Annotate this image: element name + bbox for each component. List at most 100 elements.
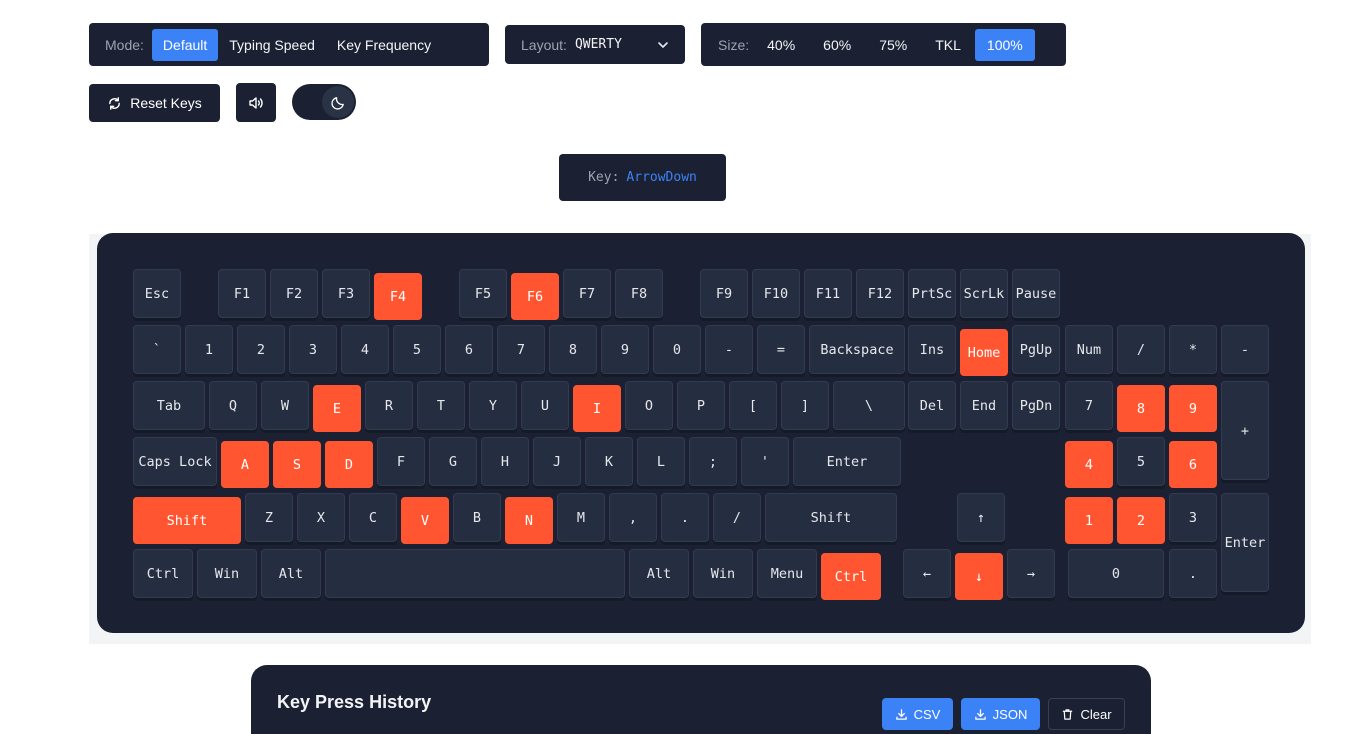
key-h[interactable]: H <box>481 437 529 486</box>
key-f2[interactable]: F2 <box>270 269 318 318</box>
key-q[interactable]: Q <box>209 381 257 430</box>
key-caps-lock[interactable]: Caps Lock <box>133 437 217 486</box>
key-t[interactable]: T <box>417 381 465 430</box>
key-0[interactable]: 0 <box>653 325 701 374</box>
key-f3[interactable]: F3 <box>322 269 370 318</box>
key-4[interactable]: 4 <box>341 325 389 374</box>
key-x[interactable]: X <box>297 493 345 542</box>
key-ctrl[interactable]: Ctrl <box>821 553 881 600</box>
key-pgup[interactable]: PgUp <box>1012 325 1060 374</box>
key-tab[interactable]: Tab <box>133 381 205 430</box>
key-f11[interactable]: F11 <box>804 269 852 318</box>
key-arrow-right[interactable]: → <box>1007 549 1055 598</box>
key-f5[interactable]: F5 <box>459 269 507 318</box>
key-f8[interactable]: F8 <box>615 269 663 318</box>
key-7[interactable]: 7 <box>1065 381 1113 430</box>
key-shift[interactable]: Shift <box>765 493 897 542</box>
key-esc[interactable]: Esc <box>133 269 181 318</box>
size-option-60[interactable]: 60% <box>809 29 865 61</box>
key-j[interactable]: J <box>533 437 581 486</box>
size-option-75[interactable]: 75% <box>865 29 921 61</box>
key-5[interactable]: 5 <box>1117 437 1165 486</box>
key-e[interactable]: E <box>313 385 361 432</box>
key-scrlk[interactable]: ScrLk <box>960 269 1008 318</box>
key-arrow-up[interactable]: ↑ <box>957 493 1005 542</box>
key-u[interactable]: U <box>521 381 569 430</box>
key-y[interactable]: Y <box>469 381 517 430</box>
key-left-bracket[interactable]: [ <box>729 381 777 430</box>
key-asterisk[interactable]: * <box>1169 325 1217 374</box>
key-v[interactable]: V <box>401 497 449 544</box>
key-1[interactable]: 1 <box>1065 497 1113 544</box>
size-option-100[interactable]: 100% <box>974 28 1035 61</box>
key-s[interactable]: S <box>273 441 321 488</box>
key-n[interactable]: N <box>505 497 553 544</box>
key-f12[interactable]: F12 <box>856 269 904 318</box>
key-period[interactable]: . <box>1169 549 1217 598</box>
key-backtick[interactable]: ` <box>133 325 181 374</box>
key-b[interactable]: B <box>453 493 501 542</box>
key-win[interactable]: Win <box>693 549 753 598</box>
key-right-bracket[interactable]: ] <box>781 381 829 430</box>
key-plus[interactable]: + <box>1221 381 1269 480</box>
export-json-button[interactable]: JSON <box>961 698 1040 730</box>
key-enter[interactable]: Enter <box>793 437 901 486</box>
key-menu[interactable]: Menu <box>757 549 817 598</box>
key-f6[interactable]: F6 <box>511 273 559 320</box>
key-5[interactable]: 5 <box>393 325 441 374</box>
key-f10[interactable]: F10 <box>752 269 800 318</box>
key-6[interactable]: 6 <box>445 325 493 374</box>
key-pause[interactable]: Pause <box>1012 269 1060 318</box>
key-g[interactable]: G <box>429 437 477 486</box>
key-p[interactable]: P <box>677 381 725 430</box>
key-i[interactable]: I <box>573 385 621 432</box>
key-period[interactable]: . <box>661 493 709 542</box>
key-w[interactable]: W <box>261 381 309 430</box>
key-backspace[interactable]: Backspace <box>809 325 905 374</box>
key-7[interactable]: 7 <box>497 325 545 374</box>
key-ins[interactable]: Ins <box>908 325 956 374</box>
key-alt[interactable]: Alt <box>261 549 321 598</box>
reset-keys-button[interactable]: Reset Keys <box>89 84 220 122</box>
key-minus[interactable]: - <box>1221 325 1269 374</box>
key-3[interactable]: 3 <box>1169 493 1217 542</box>
key-arrow-left[interactable]: ← <box>903 549 951 598</box>
key-a[interactable]: A <box>221 441 269 488</box>
key-m[interactable]: M <box>557 493 605 542</box>
key-8[interactable]: 8 <box>1117 385 1165 432</box>
key-2[interactable]: 2 <box>237 325 285 374</box>
key-arrow-down[interactable]: ↓ <box>955 553 1003 600</box>
key-home[interactable]: Home <box>960 329 1008 376</box>
key-slash[interactable]: / <box>1117 325 1165 374</box>
key-0[interactable]: 0 <box>1068 549 1164 598</box>
key-semicolon[interactable]: ; <box>689 437 737 486</box>
key-c[interactable]: C <box>349 493 397 542</box>
key-backslash[interactable]: \ <box>833 381 905 430</box>
sound-toggle-button[interactable] <box>236 83 276 122</box>
key-num[interactable]: Num <box>1065 325 1113 374</box>
key-minus[interactable]: - <box>705 325 753 374</box>
key-comma[interactable]: , <box>609 493 657 542</box>
key-f7[interactable]: F7 <box>563 269 611 318</box>
key-ctrl[interactable]: Ctrl <box>133 549 193 598</box>
mode-option-typing-speed[interactable]: Typing Speed <box>218 29 326 61</box>
size-option-40[interactable]: 40% <box>753 29 809 61</box>
key-enter[interactable]: Enter <box>1221 493 1269 592</box>
size-option-tkl[interactable]: TKL <box>921 29 975 61</box>
key-k[interactable]: K <box>585 437 633 486</box>
key-1[interactable]: 1 <box>185 325 233 374</box>
mode-option-default[interactable]: Default <box>151 28 219 61</box>
key-d[interactable]: D <box>325 441 373 488</box>
key-del[interactable]: Del <box>908 381 956 430</box>
key-f9[interactable]: F9 <box>700 269 748 318</box>
key-f1[interactable]: F1 <box>218 269 266 318</box>
key-z[interactable]: Z <box>245 493 293 542</box>
key-prtsc[interactable]: PrtSc <box>908 269 956 318</box>
key-2[interactable]: 2 <box>1117 497 1165 544</box>
key-shift[interactable]: Shift <box>133 497 241 544</box>
key-alt[interactable]: Alt <box>629 549 689 598</box>
key-8[interactable]: 8 <box>549 325 597 374</box>
theme-toggle[interactable] <box>292 84 356 120</box>
key-r[interactable]: R <box>365 381 413 430</box>
mode-option-key-frequency[interactable]: Key Frequency <box>326 29 442 61</box>
